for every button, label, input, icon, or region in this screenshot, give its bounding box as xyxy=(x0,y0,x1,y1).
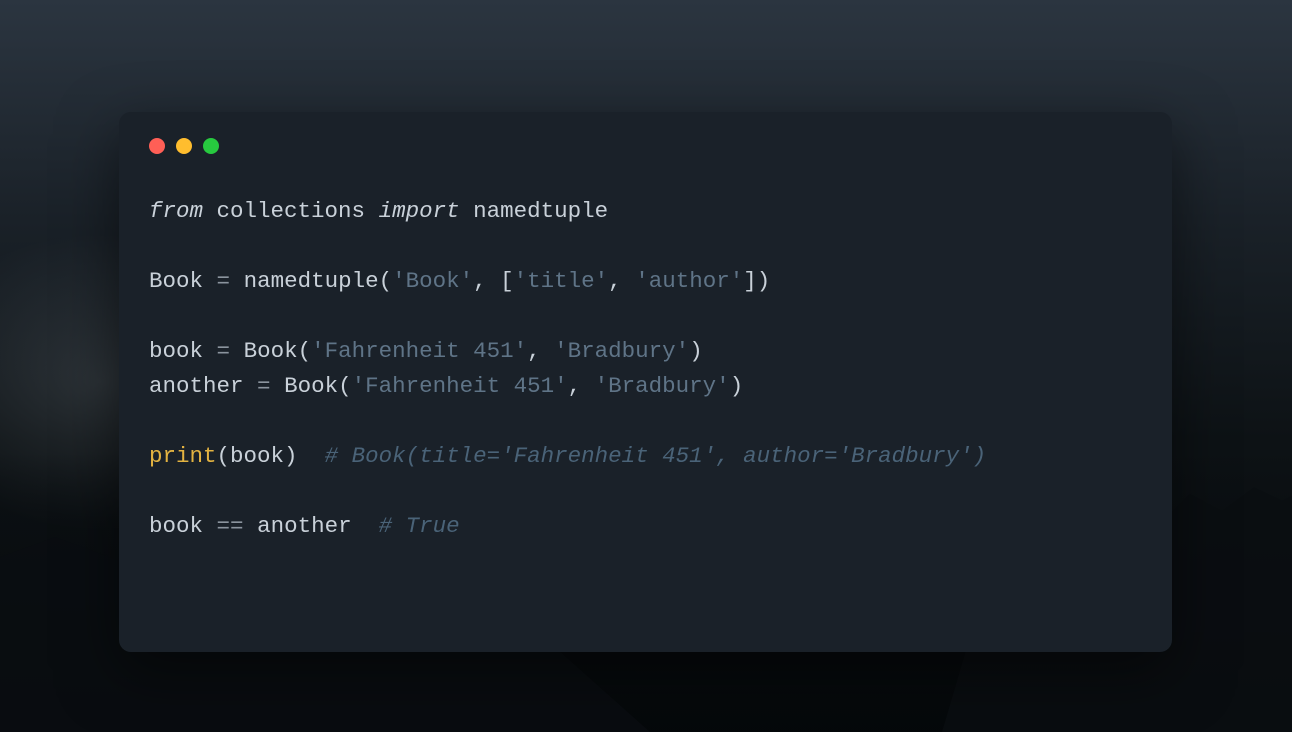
code-token: ) xyxy=(757,268,771,294)
code-line xyxy=(149,474,1142,509)
code-token: print xyxy=(149,443,217,469)
code-token: # Book(title='Fahrenheit 451', author='B… xyxy=(325,443,987,469)
code-token xyxy=(203,338,217,364)
code-token xyxy=(230,268,244,294)
close-window-button[interactable] xyxy=(149,138,165,154)
code-token: [ xyxy=(500,268,514,294)
code-line: book = Book('Fahrenheit 451', 'Bradbury'… xyxy=(149,334,1142,369)
code-token xyxy=(460,198,474,224)
minimize-window-button[interactable] xyxy=(176,138,192,154)
code-token: 'Bradbury' xyxy=(595,373,730,399)
code-token: # True xyxy=(379,513,460,539)
code-line: from collections import namedtuple xyxy=(149,194,1142,229)
code-token: = xyxy=(217,268,231,294)
code-token xyxy=(298,443,325,469)
code-line: print(book) # Book(title='Fahrenheit 451… xyxy=(149,439,1142,474)
code-token xyxy=(203,513,217,539)
code-token: another xyxy=(257,513,352,539)
code-token xyxy=(203,198,217,224)
code-line: another = Book('Fahrenheit 451', 'Bradbu… xyxy=(149,369,1142,404)
code-token xyxy=(352,513,379,539)
code-token: Book xyxy=(284,373,338,399)
code-token: ( xyxy=(338,373,352,399)
maximize-window-button[interactable] xyxy=(203,138,219,154)
code-token: Book xyxy=(149,268,203,294)
code-token: namedtuple xyxy=(473,198,608,224)
code-token xyxy=(244,513,258,539)
window-traffic-lights xyxy=(149,138,1142,154)
code-token: = xyxy=(217,338,231,364)
code-token: Book xyxy=(244,338,298,364)
code-token: 'Bradbury' xyxy=(554,338,689,364)
code-token: , xyxy=(608,268,635,294)
code-token xyxy=(203,268,217,294)
code-token: collections xyxy=(217,198,366,224)
code-token: , xyxy=(527,338,554,364)
code-token xyxy=(230,338,244,364)
code-token: ( xyxy=(379,268,393,294)
code-token: 'Fahrenheit 451' xyxy=(352,373,568,399)
code-editor-window: from collections import namedtuple Book … xyxy=(119,112,1172,652)
code-token: book xyxy=(230,443,284,469)
code-token: ( xyxy=(217,443,231,469)
code-token: ] xyxy=(743,268,757,294)
code-token: ) xyxy=(284,443,298,469)
code-token: 'title' xyxy=(514,268,609,294)
code-token: , xyxy=(568,373,595,399)
code-token: another xyxy=(149,373,244,399)
code-line: Book = namedtuple('Book', ['title', 'aut… xyxy=(149,264,1142,299)
code-block[interactable]: from collections import namedtuple Book … xyxy=(149,194,1142,544)
code-token: 'Book' xyxy=(392,268,473,294)
code-token: import xyxy=(379,198,460,224)
code-token: 'Fahrenheit 451' xyxy=(311,338,527,364)
code-line xyxy=(149,229,1142,264)
code-token: == xyxy=(217,513,244,539)
code-line xyxy=(149,404,1142,439)
code-token: book xyxy=(149,513,203,539)
code-token: , xyxy=(473,268,500,294)
code-token xyxy=(271,373,285,399)
code-token: ( xyxy=(298,338,312,364)
code-token: ) xyxy=(689,338,703,364)
code-line xyxy=(149,299,1142,334)
code-token: book xyxy=(149,338,203,364)
code-token: = xyxy=(257,373,271,399)
code-token: 'author' xyxy=(635,268,743,294)
code-token xyxy=(365,198,379,224)
code-line: book == another # True xyxy=(149,509,1142,544)
code-token: from xyxy=(149,198,203,224)
code-token: ) xyxy=(730,373,744,399)
code-token: namedtuple xyxy=(244,268,379,294)
code-token xyxy=(244,373,258,399)
